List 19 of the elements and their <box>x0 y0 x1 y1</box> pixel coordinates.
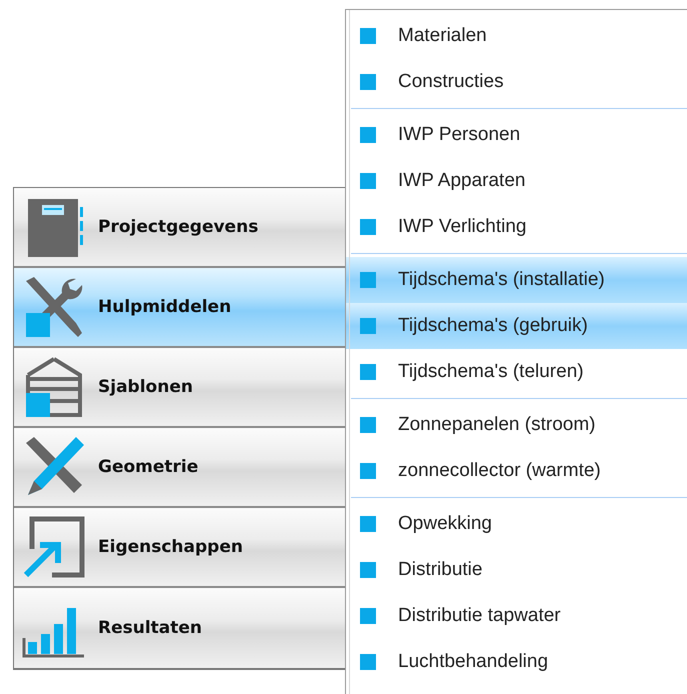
square-icon <box>360 463 376 479</box>
square-icon <box>360 127 376 143</box>
menu-item[interactable]: Tijdschema's (installatie) <box>346 257 687 303</box>
square-icon <box>360 417 376 433</box>
square-icon <box>360 608 376 624</box>
menu-item[interactable]: Tijdschema's (gebruik) <box>346 303 687 349</box>
menu-item[interactable]: IWP Personen <box>346 112 687 158</box>
square-icon <box>360 219 376 235</box>
square-icon <box>360 28 376 44</box>
square-icon <box>360 173 376 189</box>
square-icon <box>360 272 376 288</box>
square-icon <box>360 516 376 532</box>
menu-item[interactable]: Materialen <box>346 13 687 59</box>
square-icon <box>360 318 376 334</box>
square-icon <box>360 562 376 578</box>
square-icon <box>360 74 376 90</box>
menu-item[interactable]: Constructies <box>346 59 687 105</box>
square-icon <box>360 364 376 380</box>
square-icon <box>360 654 376 670</box>
